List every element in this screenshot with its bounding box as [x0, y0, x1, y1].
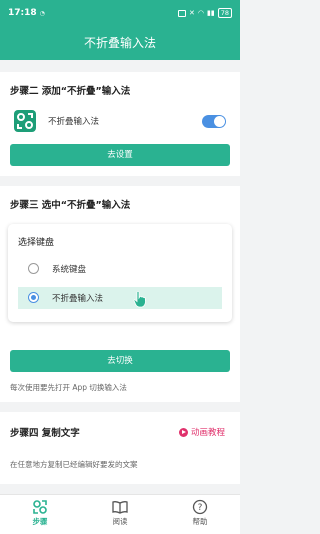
cell-signal-icon: ▮▮ [207, 9, 215, 17]
option-label: 不折叠输入法 [52, 294, 104, 304]
switch-button[interactable]: 去切换 [10, 350, 230, 372]
step4-card: 步骤四 复制文字 动画教程 在任意地方复制已经编辑好要发的文案 [0, 412, 240, 484]
toggle-knob [214, 116, 225, 127]
step3-card: 步骤三 选中“不折叠”输入法 选择键盘 系统键盘 不折叠输入法 去切换 每次使用… [0, 186, 240, 402]
battery-icon: 78 [217, 8, 232, 18]
book-icon [112, 501, 128, 514]
page-title: 不折叠输入法 [0, 26, 240, 60]
svg-text:?: ? [198, 503, 203, 513]
step3-title: 步骤三 选中“不折叠”输入法 [10, 200, 131, 211]
step2-card: 步骤二 添加“不折叠”输入法 不折叠输入法 去设置 [0, 72, 240, 176]
hand-pointer-icon [132, 290, 148, 312]
status-icons: ✕ ◠ ▮▮ 78 [178, 8, 232, 18]
enable-toggle[interactable] [202, 115, 226, 128]
nfc-icon [178, 9, 187, 17]
tutorial-link[interactable]: 动画教程 [179, 426, 225, 438]
app-screen: 17:18 ◔ ✕ ◠ ▮▮ 78 不折叠输入法 步骤二 添加“不折叠”输入法 … [0, 0, 240, 534]
picker-title: 选择键盘 [18, 238, 55, 248]
tab-help[interactable]: ? 帮助 [170, 499, 230, 527]
tab-label: 步骤 [32, 517, 48, 526]
app-logo-icon [14, 110, 36, 132]
status-time: 17:18 [8, 8, 37, 18]
radio-unselected [28, 263, 39, 274]
radio-selected [28, 292, 39, 303]
tutorial-label: 动画教程 [191, 428, 226, 438]
keyboard-picker: 选择键盘 系统键盘 不折叠输入法 [8, 224, 232, 322]
mute-icon: ✕ [189, 9, 195, 17]
app-row: 不折叠输入法 [0, 102, 240, 134]
option-bzd-keyboard[interactable]: 不折叠输入法 [18, 287, 222, 309]
steps-icon [33, 500, 47, 514]
bottom-tab-bar: 步骤 阅读 ? 帮助 [0, 494, 240, 534]
wifi-icon: ◠ [197, 9, 204, 17]
step4-hint: 在任意地方复制已经编辑好要发的文案 [10, 460, 138, 469]
signal-icon: ◔ [39, 9, 45, 17]
step4-title: 步骤四 复制文字 [10, 428, 80, 439]
step2-title: 步骤二 添加“不折叠”输入法 [10, 86, 131, 97]
tab-read[interactable]: 阅读 [90, 499, 150, 527]
option-system-keyboard[interactable]: 系统键盘 [18, 258, 222, 280]
option-label: 系统键盘 [52, 265, 87, 275]
play-icon [179, 427, 188, 437]
step3-hint: 每次使用要先打开 App 切换输入法 [10, 383, 127, 392]
tab-steps[interactable]: 步骤 [10, 499, 70, 527]
tab-label: 帮助 [192, 517, 208, 526]
app-name: 不折叠输入法 [48, 117, 100, 127]
status-bar: 17:18 ◔ ✕ ◠ ▮▮ 78 [0, 0, 240, 26]
tab-label: 阅读 [112, 517, 128, 526]
help-icon: ? [192, 499, 208, 515]
go-settings-button[interactable]: 去设置 [10, 144, 230, 166]
